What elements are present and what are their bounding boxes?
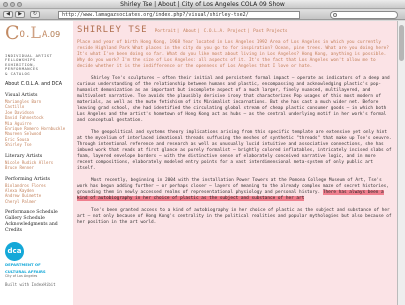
window-title: Shirley Tse | About | City of Los Angele…: [120, 1, 285, 8]
web-page: C O. L A .09 INDIVIDUAL ARTIST FELLOWSHI…: [0, 21, 397, 305]
vertical-scrollbar[interactable]: [397, 21, 405, 305]
artist-intro: Place and year of birth Hong Kong, 1968 …: [77, 40, 389, 69]
search-icon: [333, 13, 337, 17]
sidebar: C O. L A .09 INDIVIDUAL ARTIST FELLOWSHI…: [0, 21, 70, 305]
dca-line: DEPARTMENT OF: [5, 262, 41, 268]
search-field[interactable]: [330, 11, 398, 19]
artist-name: SHIRLEY TSE: [77, 25, 148, 35]
portrait-link[interactable]: Portrait: [155, 29, 176, 34]
artist-nav: Portrait| About| C.O.L.A. Project| Past …: [154, 29, 288, 34]
dca-logo: dca: [5, 242, 24, 262]
cola-project-link[interactable]: C.O.L.A. Project: [204, 29, 246, 34]
literary-artists-section: Literary Artists Nicole Rudick Allers Br…: [5, 154, 70, 171]
artist-link[interactable]: Shirley Tse: [5, 142, 70, 147]
logo-o: O.: [19, 30, 31, 40]
artist-essay: Shirley Tse's sculptures — often their i…: [77, 76, 393, 226]
browser-toolbar: ◀ ▶ ↻ http://www.lamagazsociates.org/ind…: [0, 10, 405, 20]
built-with-link[interactable]: Built with IndexHibit: [5, 282, 70, 287]
logo-year: .09: [47, 30, 61, 39]
about-link[interactable]: About C.O.L.A. and DCA: [5, 82, 70, 87]
scrollbar-thumb[interactable]: [399, 25, 404, 61]
essay-paragraph: Tse's been granted access to a kind of a…: [77, 208, 392, 225]
performing-artists-section: Performing Artists Biolandros Flores Ale…: [5, 177, 70, 205]
about-tab-link[interactable]: About: [183, 29, 196, 34]
tagline-line: & CATALOG: [5, 70, 31, 76]
dca-logo-block[interactable]: dca DEPARTMENT OF CULTURAL AFFAIRS City …: [5, 242, 70, 278]
tagline: INDIVIDUAL ARTIST FELLOWSHIPS EXHIBITION…: [5, 53, 70, 76]
essay-paragraph: Most recently, beginning in 2004 with th…: [77, 178, 393, 202]
reload-button[interactable]: ↻: [30, 11, 40, 18]
essay-paragraph: The geopolitical and systems theory impl…: [77, 130, 392, 171]
essay-paragraph: Shirley Tse's sculptures — often their i…: [77, 76, 390, 123]
cola-logo[interactable]: C O. L A .09: [5, 24, 70, 50]
back-button[interactable]: ◀: [3, 11, 13, 18]
past-projects-link[interactable]: Past Projects: [253, 29, 287, 34]
logo-l: L: [30, 23, 42, 42]
visual-artists-section: Visual Artists Mariangles Barn Castillo …: [5, 93, 70, 148]
extra-links: Performance Schedule Gallery Schedule Ac…: [5, 210, 70, 234]
artist-link[interactable]: Bruce Renner: [5, 165, 70, 170]
artist-link[interactable]: Cheryl Palmer: [5, 199, 70, 204]
acknowledgments-link[interactable]: Acknowledgments and Credits: [5, 222, 70, 234]
dca-subline: City of Los Angeles: [5, 273, 38, 278]
window-titlebar: Shirley Tse | About | City of Los Angele…: [0, 0, 405, 9]
forward-button[interactable]: ▶: [15, 11, 25, 18]
artist-header: SHIRLEY TSE Portrait| About| C.O.L.A. Pr…: [77, 25, 393, 35]
address-bar[interactable]: http://www.lamagazsociates.org/index.php…: [58, 11, 300, 19]
logo-c: C: [5, 22, 20, 44]
main-content: SHIRLEY TSE Portrait| About| C.O.L.A. Pr…: [73, 21, 397, 305]
